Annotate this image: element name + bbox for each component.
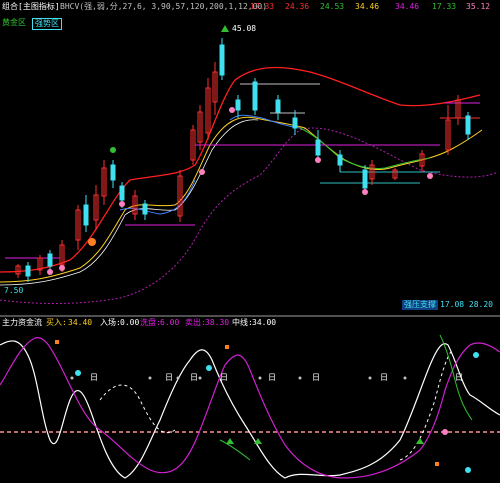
header-value-3: 24.53 (320, 2, 345, 11)
chart-canvas[interactable] (0, 0, 500, 483)
sub-buy-label: 买入: (46, 318, 67, 327)
right-label: 强压支撑 (402, 300, 438, 310)
zone-label: 黄金区 (2, 18, 26, 27)
osc-day-label: 日 (312, 373, 320, 382)
header-value-7: 35.12 (466, 2, 491, 11)
right-values: 17.08 28.20 (440, 300, 493, 309)
top-marker (221, 25, 229, 32)
osc-signal-markers (75, 352, 479, 473)
sub-buy-value: 34.40 (68, 318, 93, 327)
top-price-label: 45.08 (232, 24, 257, 33)
sub-entry-value: 0.00 (120, 318, 140, 327)
sub-sell-value: 38.30 (205, 318, 230, 327)
signal-marker (110, 147, 116, 153)
osc-day-label: 日 (455, 373, 463, 382)
osc-orange-markers (55, 340, 439, 466)
osc-dots (70, 376, 407, 380)
sub-sell-label: 卖出: (185, 318, 206, 327)
sub-mid-value: 34.00 (252, 318, 277, 327)
zone-tag: 强势区 (32, 18, 62, 30)
osc-dashed-white (99, 349, 453, 461)
indicator-params: BHCV(强,弱,分,27,6, 3,90,57,120,200,1,12,00… (60, 2, 268, 11)
osc-day-label: 日 (190, 373, 198, 382)
warn-marker (88, 238, 96, 246)
osc-day-label: 日 (380, 373, 388, 382)
osc-day-label: 日 (268, 373, 276, 382)
upper-red-line (0, 66, 481, 273)
sub-mid-label: 中线: (232, 318, 253, 327)
indicator-title: 组合[主图指标] (2, 2, 60, 11)
header-value-2: 24.36 (285, 2, 310, 11)
osc-day-label: 日 (220, 373, 228, 382)
sub-wash-value: 6.00 (160, 318, 180, 327)
header-value-4: 34.46 (355, 2, 380, 11)
ma-white-line (0, 119, 259, 286)
sub-wash-label: 洗盘: (140, 318, 161, 327)
osc-white-line (0, 340, 500, 479)
header-value-5: 34.46 (395, 2, 420, 11)
osc-magenta-line (0, 337, 500, 479)
header-value-1: 17.33 (250, 2, 275, 11)
header-value-6: 17.33 (432, 2, 457, 11)
sub-indicator-name: 主力资金流 (2, 318, 42, 327)
low-price-label: 7.50 (4, 286, 24, 295)
sub-entry-label: 入场: (100, 318, 121, 327)
osc-day-label: 日 (165, 373, 173, 382)
osc-day-label: 日 (90, 373, 98, 382)
